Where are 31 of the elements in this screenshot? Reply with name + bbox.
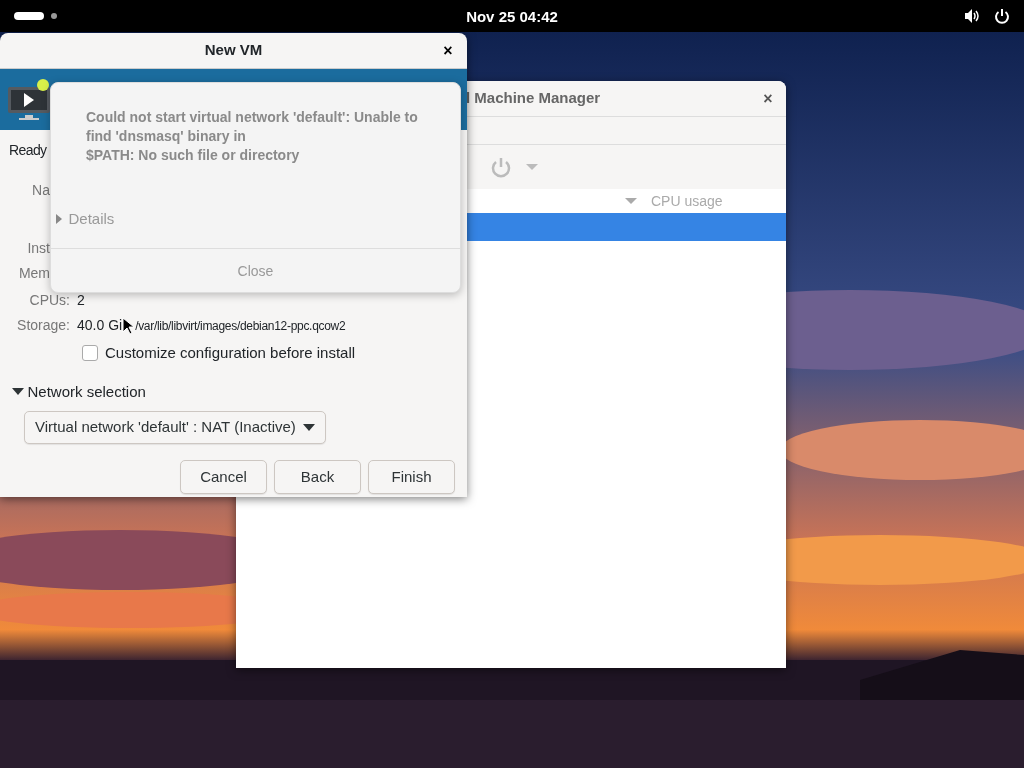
error-message: Could not start virtual network 'default': Unable to find 'dnsmasq' binary in $PATH: No such file or directory <box>85 108 419 165</box>
workspace-indicator[interactable] <box>14 12 44 20</box>
dialog-button[interactable]: Finish <box>368 460 455 494</box>
field-label: Na <box>31 181 50 200</box>
dialog-button[interactable]: Cancel <box>180 460 267 494</box>
cursor-icon <box>122 316 136 335</box>
field-label: Storage: <box>16 316 70 335</box>
field-label: Inst <box>26 239 50 258</box>
file-path: /var/lib/libvirt/images/debian12-ppc.qcow2 <box>135 317 346 335</box>
status-text: Ready <box>9 141 47 160</box>
field-value: 2 <box>77 291 85 310</box>
volume-icon[interactable] <box>964 8 980 24</box>
clock[interactable]: Nov 25 04:42 <box>432 6 592 29</box>
sort-icon[interactable] <box>625 198 637 204</box>
window-title: New VM <box>204 40 263 61</box>
dropdown-label: Virtual network 'default' : NAT (Inactive) <box>35 417 296 438</box>
workspace-indicator[interactable] <box>51 13 57 19</box>
network-dropdown[interactable]: Virtual network 'default' : NAT (Inactive) <box>24 411 326 444</box>
window-title: l Machine Manager <box>466 88 601 109</box>
dialog-button[interactable]: Back <box>274 460 361 494</box>
expander-label[interactable]: Network selection <box>27 380 146 403</box>
caret-icon <box>302 424 315 431</box>
close-button[interactable]: × <box>437 37 459 64</box>
caret-icon[interactable] <box>526 164 538 170</box>
field-value: 40.0 Gi <box>77 316 123 335</box>
checkbox-label: Customize configuration before install <box>105 343 356 363</box>
field-label: Mem <box>17 264 50 283</box>
power-icon[interactable] <box>994 8 1010 24</box>
close-button[interactable]: × <box>757 85 779 112</box>
checkbox-box[interactable] <box>82 345 98 362</box>
field-label: CPUs: <box>28 291 70 310</box>
